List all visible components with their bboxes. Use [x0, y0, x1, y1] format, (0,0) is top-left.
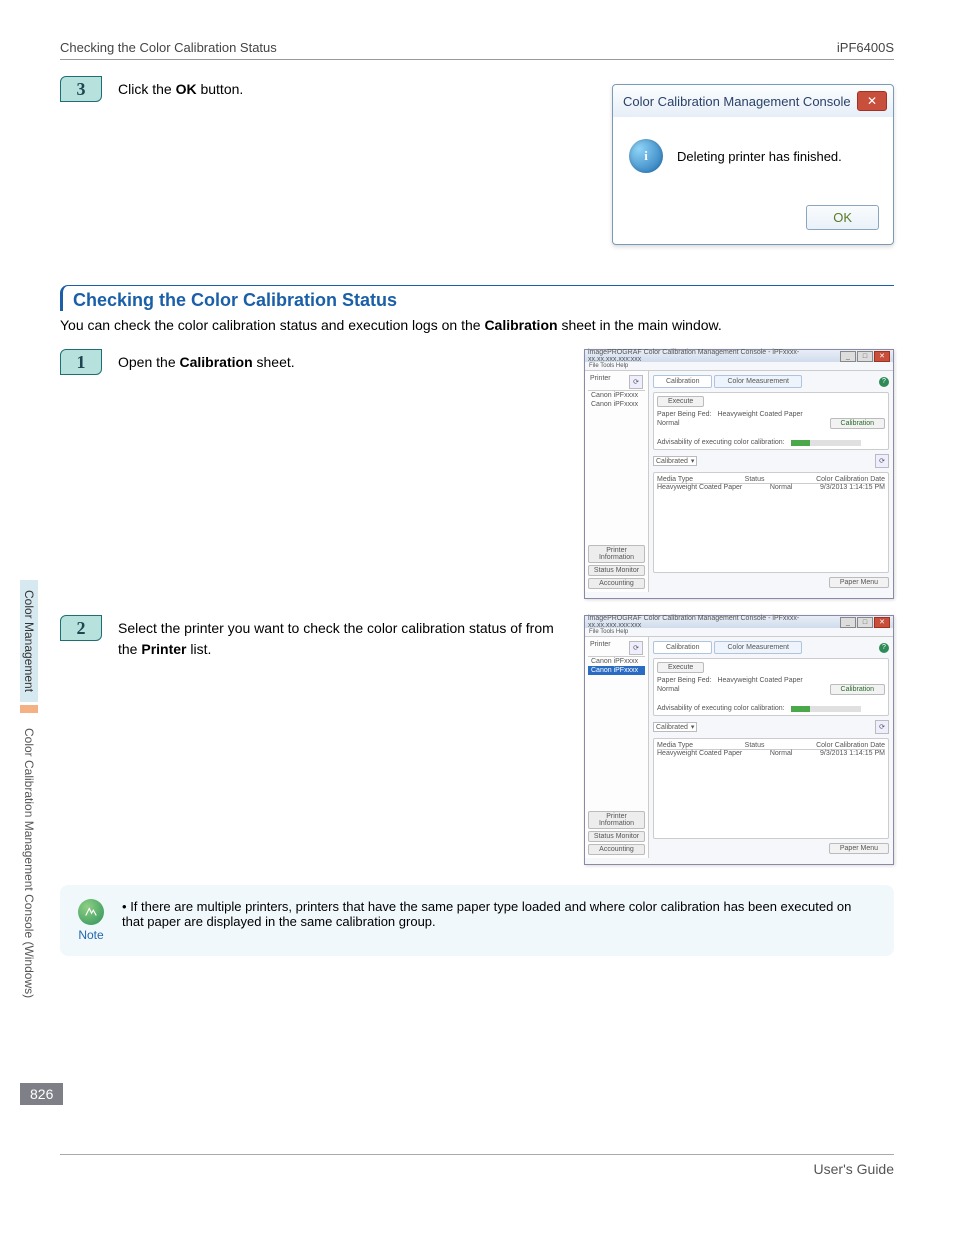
maximize-icon: □: [857, 351, 873, 362]
printer-list[interactable]: Printer⟳ Canon iPFxxxx Canon iPFxxxx: [585, 371, 648, 542]
app-title: imagePROGRAF Color Calibration Managemen…: [588, 349, 840, 363]
printer-info-button[interactable]: Printer Information: [588, 811, 645, 829]
side-tab-console: Color Calibration Management Console (Wi…: [20, 716, 38, 1010]
minimize-icon: _: [840, 617, 856, 628]
delete-printer-dialog: Color Calibration Management Console ✕ i…: [612, 84, 894, 245]
table-row[interactable]: Heavyweight Coated Paper Normal 9/3/2013…: [657, 484, 885, 491]
menu-bar[interactable]: File Tools Help: [585, 362, 893, 371]
app-title: imagePROGRAF Color Calibration Managemen…: [588, 615, 840, 629]
execute-button[interactable]: Execute: [657, 662, 704, 673]
note-icon: [78, 899, 104, 925]
note-text: • If there are multiple printers, printe…: [122, 899, 876, 929]
printer-info-button[interactable]: Printer Information: [588, 545, 645, 563]
close-icon[interactable]: ✕: [857, 91, 887, 111]
refresh-icon[interactable]: ⟳: [629, 641, 643, 655]
calibrated-dropdown[interactable]: Calibrated▾: [653, 456, 697, 466]
page-header: Checking the Color Calibration Status iP…: [60, 40, 894, 60]
chevron-down-icon: ▾: [691, 457, 695, 465]
calibration-button[interactable]: Calibration: [830, 418, 885, 429]
header-left: Checking the Color Calibration Status: [60, 40, 277, 55]
help-icon[interactable]: ?: [879, 377, 889, 387]
dialog-message: Deleting printer has finished.: [677, 149, 842, 164]
status-monitor-button[interactable]: Status Monitor: [588, 565, 645, 576]
side-tabs: Color Management Color Calibration Manag…: [20, 580, 38, 1010]
side-tab-color-management: Color Management: [20, 580, 38, 702]
calibration-button[interactable]: Calibration: [830, 684, 885, 695]
refresh-icon[interactable]: ⟳: [875, 720, 889, 734]
app-screenshot-2: imagePROGRAF Color Calibration Managemen…: [584, 615, 894, 865]
step-3-badge: 3: [60, 76, 102, 102]
table-row[interactable]: Heavyweight Coated Paper Normal 9/3/2013…: [657, 750, 885, 757]
maximize-icon: □: [857, 617, 873, 628]
tab-color-measurement[interactable]: Color Measurement: [714, 375, 801, 388]
step-1-badge: 1: [60, 349, 102, 375]
step-2-badge: 2: [60, 615, 102, 641]
note-label: Note: [78, 928, 103, 942]
tab-color-measurement[interactable]: Color Measurement: [714, 641, 801, 654]
section-heading-wrap: Checking the Color Calibration Status: [60, 285, 894, 311]
page-number: 826: [20, 1083, 63, 1105]
advisability-bar: [791, 440, 861, 446]
page-footer: User's Guide: [60, 1154, 894, 1177]
chevron-down-icon: ▾: [691, 723, 695, 731]
side-tab-marker: [20, 705, 38, 712]
accounting-button[interactable]: Accounting: [588, 578, 645, 589]
close-icon: ✕: [874, 617, 890, 628]
app-screenshot-1: imagePROGRAF Color Calibration Managemen…: [584, 349, 894, 599]
refresh-icon[interactable]: ⟳: [629, 375, 643, 389]
paper-menu-button[interactable]: Paper Menu: [829, 577, 889, 588]
menu-bar[interactable]: File Tools Help: [585, 628, 893, 637]
execute-button[interactable]: Execute: [657, 396, 704, 407]
list-item[interactable]: Canon iPFxxxx: [588, 391, 645, 400]
minimize-icon: _: [840, 351, 856, 362]
info-icon: i: [629, 139, 663, 173]
header-right: iPF6400S: [837, 40, 894, 55]
accounting-button[interactable]: Accounting: [588, 844, 645, 855]
printer-list[interactable]: Printer⟳ Canon iPFxxxx Canon iPFxxxx: [585, 637, 648, 808]
footer-text: User's Guide: [814, 1161, 894, 1177]
calibrated-dropdown[interactable]: Calibrated▾: [653, 722, 697, 732]
ok-button[interactable]: OK: [806, 205, 879, 230]
close-icon: ✕: [874, 351, 890, 362]
tab-calibration[interactable]: Calibration: [653, 375, 712, 388]
list-item-selected[interactable]: Canon iPFxxxx: [588, 666, 645, 675]
paper-menu-button[interactable]: Paper Menu: [829, 843, 889, 854]
section-lede: You can check the color calibration stat…: [60, 317, 894, 333]
step-2-text: Select the printer you want to check the…: [118, 615, 572, 660]
list-item[interactable]: Canon iPFxxxx: [588, 657, 645, 666]
dialog-title: Color Calibration Management Console: [623, 94, 851, 109]
step-1-text: Open the Calibration sheet.: [118, 349, 572, 373]
section-heading: Checking the Color Calibration Status: [73, 290, 894, 311]
advisability-bar: [791, 706, 861, 712]
tab-calibration[interactable]: Calibration: [653, 641, 712, 654]
step-3-text: Click the OK button.: [118, 76, 600, 100]
list-item[interactable]: Canon iPFxxxx: [588, 400, 645, 409]
window-controls[interactable]: _□✕: [840, 351, 890, 362]
help-icon[interactable]: ?: [879, 643, 889, 653]
window-controls[interactable]: _□✕: [840, 617, 890, 628]
refresh-icon[interactable]: ⟳: [875, 454, 889, 468]
status-monitor-button[interactable]: Status Monitor: [588, 831, 645, 842]
note-box: Note • If there are multiple printers, p…: [60, 885, 894, 956]
